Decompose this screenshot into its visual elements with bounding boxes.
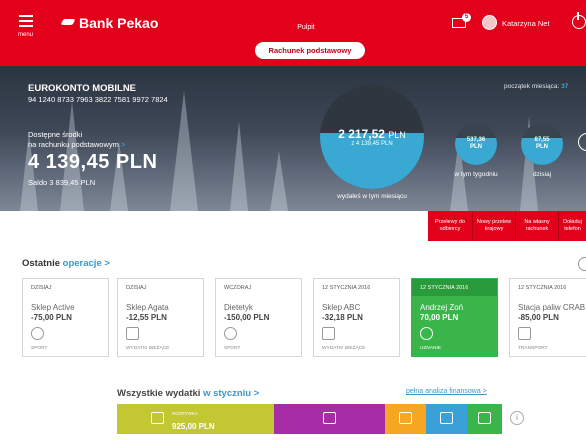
operation-category: WYDATKI BIEŻĄCE [322, 346, 366, 351]
bank-name: Bank Pekao [79, 15, 159, 31]
operation-card[interactable]: 12 STYCZNIA 2016 Stacja paliw CRAB -85,0… [509, 278, 586, 357]
page-title: Pulpit [297, 24, 315, 31]
operations-link[interactable]: operacje > [63, 258, 110, 269]
financial-analysis-link[interactable]: pełna analiza finansowa > [406, 388, 487, 395]
cards-icon [322, 412, 336, 424]
operation-amount: -75,00 PLN [31, 313, 72, 322]
month-start-label: początek miesiąca: 37 [504, 83, 569, 90]
operation-date: DZISIAJ [31, 285, 52, 291]
user-name[interactable]: Katarzyna Net [502, 19, 550, 28]
operation-card[interactable]: WCZORAJ Dietetyk -150,00 PLN SPORT [215, 278, 302, 357]
operation-name: Sklep ABC [322, 303, 361, 312]
account-name: EUROKONTO MOBILNE [28, 83, 137, 94]
month-spending-amount: 2 217,52 PLN [338, 127, 406, 141]
operation-category: SPORT [224, 346, 241, 351]
available-sub-label[interactable]: na rachunku podstawowym > [28, 140, 125, 149]
home-icon [477, 412, 491, 424]
today-spending-amount: 87,55 PLN [534, 137, 550, 150]
hamburger-icon [18, 15, 48, 27]
top-bar: menu Bank Pekao Pulpit Rachunek podstawo… [0, 0, 586, 66]
expense-segment[interactable] [467, 404, 502, 434]
bank-logo[interactable]: Bank Pekao [62, 15, 158, 31]
account-number: 94 1240 8733 7963 3822 7581 9972 7824 [28, 95, 168, 104]
sport-ball-icon [31, 327, 44, 340]
expense-segment-label: ROZRYWKA [172, 411, 198, 416]
month-spending-label: wydałeś w tym miesiącu [337, 193, 407, 200]
avatar[interactable] [482, 15, 497, 30]
info-icon[interactable]: i [510, 411, 524, 425]
operation-date: 12 STYCZNIA 2016 [518, 285, 567, 291]
today-spending-label: dzisiaj [532, 171, 552, 178]
quick-action-new-transfer[interactable]: Nowy przelew krajowy [473, 211, 516, 241]
logout-power-icon[interactable] [572, 12, 586, 29]
operation-date: DZISIAJ [126, 285, 147, 291]
expense-segment[interactable] [274, 404, 385, 434]
available-arrow: > [120, 140, 126, 149]
quick-action-topup-phone[interactable]: Doładuj telefon [559, 211, 586, 241]
available-balance: 4 139,45 PLN [28, 151, 158, 173]
operation-amount: -12,55 PLN [126, 313, 167, 322]
operation-name: Sklep Agata [126, 303, 169, 312]
quick-action-transfer-recipient[interactable]: Przelewy do odbiorcy [428, 211, 473, 241]
operation-name: Dietetyk [224, 303, 253, 312]
tree-decoration [270, 151, 288, 211]
operation-date: 12 STYCZNIA 2016 [322, 285, 371, 291]
expense-segment[interactable] [426, 404, 467, 434]
transport-icon [398, 412, 412, 424]
operation-card[interactable]: DZISIAJ Sklep Active -75,00 PLN SPORT [22, 278, 109, 357]
operation-amount: -150,00 PLN [224, 313, 270, 322]
saldo-text: Saldo 3 839,45 PLN [28, 178, 96, 187]
operation-category: SPORT [31, 346, 48, 351]
expense-segment[interactable] [385, 404, 426, 434]
week-spending-label: w tym tygodniu [454, 171, 498, 178]
music-icon [151, 412, 164, 424]
operation-name: Andrzej Zoń [420, 303, 464, 312]
operation-amount: 70,00 PLN [420, 313, 459, 322]
logo-mark-icon [62, 17, 76, 29]
refresh-icon[interactable] [578, 257, 586, 271]
expense-segment-value: 925,00 PLN [172, 422, 215, 431]
expense-first-segment-text: ROZRYWKA 925,00 PLN [172, 411, 215, 434]
week-spending-amount: 537,36 PLN [466, 137, 486, 150]
cards-icon [439, 412, 453, 424]
operation-category: TRANSPORT [518, 346, 548, 351]
menu-button[interactable]: menu [18, 12, 48, 40]
operation-amount: -32,18 PLN [322, 313, 363, 322]
available-label: Dostępne środki [28, 130, 83, 139]
operation-name: Stacja paliw CRAB [518, 303, 586, 312]
operation-amount: -85,00 PLN [518, 313, 559, 322]
operation-card-highlighted[interactable]: 12 STYCZNIA 2016 Andrzej Zoń 70,00 PLN U… [411, 278, 498, 357]
menu-label: menu [18, 32, 34, 38]
tree-decoration [230, 121, 248, 211]
notification-badge: 5 [462, 13, 471, 22]
account-select-button[interactable]: Rachunek podstawowy [255, 42, 365, 59]
operation-category: WYDATKI BIEŻĄCE [126, 346, 170, 351]
operation-name: Sklep Active [31, 303, 75, 312]
month-spending-sub: z 4 139,45 PLN [351, 141, 393, 147]
expenses-month-link[interactable]: w styczniu > [203, 388, 259, 399]
operation-date: 12 STYCZNIA 2016 [412, 279, 497, 296]
recent-operations-title: Ostatnie operacje > [22, 258, 110, 269]
all-expenses-title: Wszystkie wydatki w styczniu > [117, 388, 260, 399]
quick-action-own-account[interactable]: Na własny rachunek [516, 211, 559, 241]
plus-circle-icon [420, 327, 433, 340]
tree-decoration [170, 91, 198, 211]
operation-card[interactable]: DZISIAJ Sklep Agata -12,55 PLN WYDATKI B… [117, 278, 204, 357]
operation-card[interactable]: 12 STYCZNIA 2016 Sklep ABC -32,18 PLN WY… [313, 278, 400, 357]
cards-icon [126, 327, 139, 340]
cards-icon [322, 327, 335, 340]
operation-category: UZNANIE [420, 346, 442, 351]
operation-date: WCZORAJ [224, 285, 252, 291]
sport-ball-icon [224, 327, 237, 340]
transport-icon [518, 327, 531, 340]
